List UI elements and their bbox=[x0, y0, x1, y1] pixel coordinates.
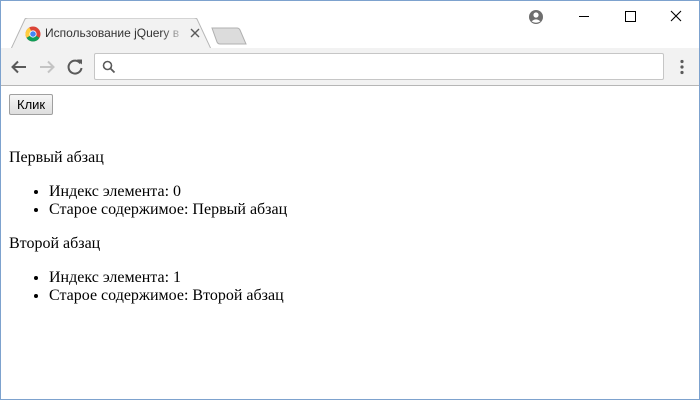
tab-title-fade bbox=[161, 24, 187, 44]
list-second: Индекс элемента: 1 Старое содержимое: Вт… bbox=[49, 269, 284, 305]
list-item: Индекс элемента: 1 bbox=[49, 269, 284, 287]
active-tab[interactable]: Использование jQuery в bbox=[11, 18, 211, 49]
tab-strip: Использование jQuery в bbox=[1, 1, 699, 49]
profile-icon[interactable] bbox=[528, 9, 544, 25]
list-item: Старое содержимое: Второй абзац bbox=[49, 287, 284, 305]
back-arrow-icon[interactable] bbox=[8, 56, 30, 78]
paragraph-first: Первый абзац bbox=[9, 149, 104, 166]
window-close-icon[interactable] bbox=[653, 1, 699, 31]
browser-window: Использование jQuery в Клик Первый абзац… bbox=[0, 0, 700, 400]
search-icon bbox=[102, 60, 116, 74]
toolbar bbox=[1, 48, 699, 86]
chrome-favicon bbox=[25, 26, 41, 42]
menu-dots-icon[interactable] bbox=[672, 56, 692, 78]
list-item: Индекс элемента: 0 bbox=[49, 183, 287, 201]
minimize-icon[interactable] bbox=[561, 1, 607, 31]
new-tab-button[interactable] bbox=[211, 27, 247, 45]
forward-arrow-icon[interactable] bbox=[36, 56, 58, 78]
list-first: Индекс элемента: 0 Старое содержимое: Пе… bbox=[49, 183, 287, 219]
close-icon[interactable] bbox=[189, 27, 201, 39]
address-bar[interactable] bbox=[94, 53, 664, 80]
list-item: Старое содержимое: Первый абзац bbox=[49, 201, 287, 219]
paragraph-second: Второй абзац bbox=[9, 235, 101, 252]
maximize-icon[interactable] bbox=[607, 1, 653, 31]
address-input[interactable] bbox=[121, 58, 651, 76]
reload-icon[interactable] bbox=[64, 56, 86, 78]
click-button[interactable]: Клик bbox=[9, 94, 54, 115]
page-content: Клик Первый абзац Индекс элемента: 0 Ста… bbox=[1, 87, 699, 399]
